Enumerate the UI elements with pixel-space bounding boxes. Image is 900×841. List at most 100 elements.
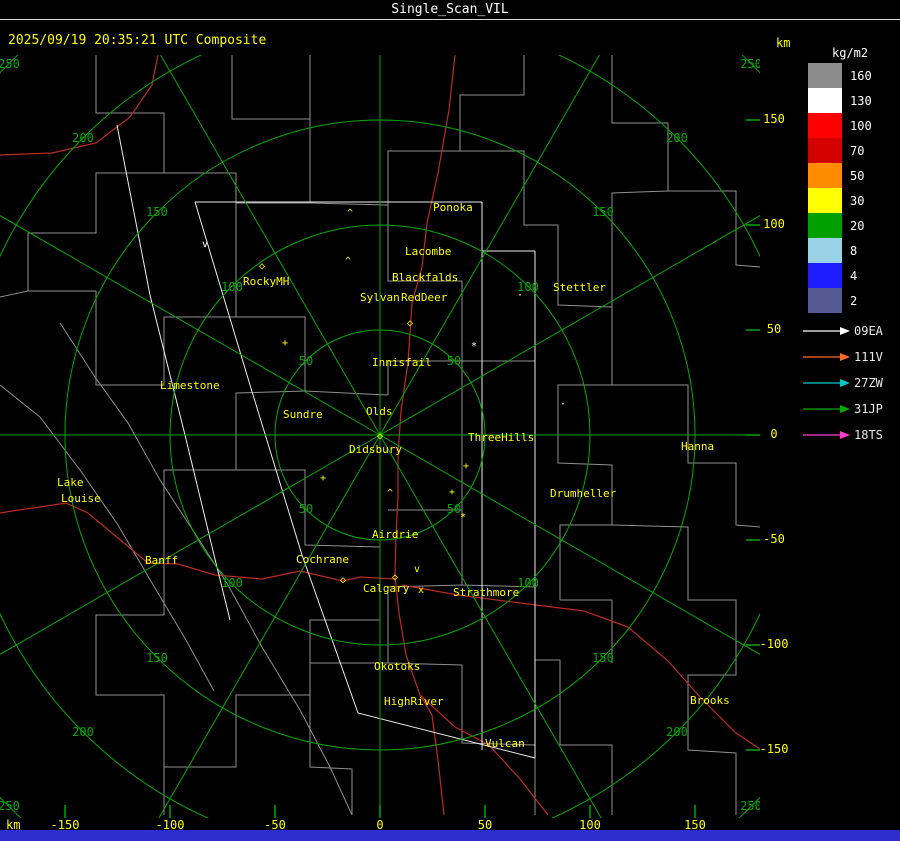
- ring-distance-label: 200: [666, 725, 688, 739]
- legend-color-swatch: [808, 213, 842, 238]
- town-label: Innisfail: [372, 356, 432, 369]
- legend-value-label: 50: [850, 168, 865, 183]
- town-label: Stettler: [553, 281, 606, 294]
- legend-entry: 20: [808, 213, 872, 238]
- town-label: Louise: [61, 492, 101, 505]
- county-boundary-line: [309, 620, 353, 815]
- map-marker: ◇: [259, 261, 265, 272]
- map-marker: +: [463, 461, 469, 472]
- town-label: Strathmore: [453, 586, 519, 599]
- timestamp-label: 2025/09/19 20:35:21 UTC Composite: [8, 33, 267, 48]
- legend-value-label: 160: [850, 68, 872, 83]
- map-marker: ◇: [377, 431, 383, 442]
- ring-distance-label: 250: [740, 57, 760, 71]
- ring-distance-label: 50: [447, 354, 461, 368]
- station-entry: 09EA: [802, 318, 883, 344]
- window-titlebar: Single_Scan_VIL: [0, 0, 900, 20]
- station-entry: 18TS: [802, 422, 883, 448]
- county-boundary-line: [164, 172, 237, 203]
- legend-entry: 70: [808, 138, 872, 163]
- county-boundary-line: [304, 390, 389, 396]
- map-marker: *: [460, 512, 466, 523]
- town-label: Drumheller: [550, 487, 617, 500]
- legend-color-swatch: [808, 188, 842, 213]
- town-label: Ponoka: [433, 201, 473, 214]
- legend-color-swatch: [808, 138, 842, 163]
- town-label: Lake: [57, 476, 84, 489]
- legend-entry: 30: [808, 188, 872, 213]
- county-boundary-line: [310, 584, 463, 664]
- town-label: Lacombe: [405, 245, 451, 258]
- radial-line: [158, 434, 381, 818]
- ring-distance-label: 200: [72, 725, 94, 739]
- legend-entry: 160: [808, 63, 872, 88]
- station-arrow-icon: [803, 327, 850, 335]
- legend-value-label: 20: [850, 218, 865, 233]
- legend-entry: 8: [808, 238, 872, 263]
- town-label: Olds: [366, 405, 393, 418]
- station-id-label: 18TS: [854, 428, 883, 442]
- station-id-label: 31JP: [854, 402, 883, 416]
- town-label: RockyMH: [243, 275, 289, 288]
- legend-entry: 4: [808, 263, 872, 288]
- window-title: Single_Scan_VIL: [391, 2, 509, 17]
- ring-distance-label: 200: [666, 131, 688, 145]
- town-label: Brooks: [690, 694, 730, 707]
- ring-distance-label: 250: [0, 57, 20, 71]
- highway-line: [401, 584, 760, 750]
- station-id-label: 09EA: [854, 324, 883, 338]
- town-label: Didsbury: [349, 443, 402, 456]
- map-marker: *: [471, 341, 477, 352]
- town-label: HighRiver: [384, 695, 444, 708]
- ring-distance-label: 150: [146, 651, 168, 665]
- map-marker: ^: [345, 256, 351, 267]
- station-entry: 111V: [802, 344, 883, 370]
- town-label: Okotoks: [374, 660, 420, 673]
- right-axis-unit-label: km: [776, 36, 791, 50]
- map-marker: ^: [347, 208, 353, 219]
- town-label: RedDeer: [401, 291, 448, 304]
- map-marker: ·: [560, 399, 566, 410]
- county-boundary-line: [611, 190, 669, 385]
- ring-distance-label: 100: [517, 576, 539, 590]
- map-marker: x: [418, 585, 424, 596]
- legend-entry: 100: [808, 113, 872, 138]
- legend-color-swatch: [808, 238, 842, 263]
- county-boundary-line: [28, 119, 311, 386]
- station-arrow-icon: [803, 405, 850, 413]
- legend-color-swatch: [808, 88, 842, 113]
- legend-color-swatch: [808, 63, 842, 88]
- legend-value-label: 30: [850, 193, 865, 208]
- county-boundary-line: [163, 694, 310, 815]
- radial-line: [379, 434, 602, 818]
- vil-color-legend: kg/m2 160 130 100 70 50 30 20 8 4 2: [808, 46, 872, 313]
- town-label: Cochrane: [296, 553, 349, 566]
- legend-value-label: 100: [850, 118, 872, 133]
- station-entry: 31JP: [802, 396, 883, 422]
- ring-distance-label: 200: [72, 131, 94, 145]
- map-marker: ·: [517, 290, 523, 301]
- map-marker: ◇: [407, 318, 413, 329]
- legend-entry: 2: [808, 288, 872, 313]
- town-label: Hanna: [681, 440, 714, 453]
- highway-line: [0, 502, 397, 582]
- station-arrow-icon: [803, 379, 850, 387]
- ring-distance-label: 100: [221, 576, 243, 590]
- town-label: Banff: [145, 554, 178, 567]
- county-boundary-line: [309, 55, 525, 206]
- station-arrow-icon: [803, 353, 850, 361]
- legend-value-label: 4: [850, 268, 858, 283]
- radial-line: [160, 55, 381, 436]
- station-entry: 27ZW: [802, 370, 883, 396]
- legend-color-swatch: [808, 113, 842, 138]
- ring-distance-label: 250: [740, 799, 760, 813]
- ring-distance-label: 50: [299, 354, 313, 368]
- map-marker: v: [414, 564, 420, 575]
- map-marker: v: [202, 239, 208, 250]
- legend-value-label: 8: [850, 243, 858, 258]
- radar-map[interactable]: 50 100 150 200 250 50 100 150 200 250 50 100 150 200 2…: [0, 55, 760, 818]
- map-marker: ^: [387, 488, 393, 499]
- town-label: Sundre: [283, 408, 323, 421]
- radar-coverage-boundary: [116, 124, 231, 621]
- town-label: Airdrie: [372, 528, 418, 541]
